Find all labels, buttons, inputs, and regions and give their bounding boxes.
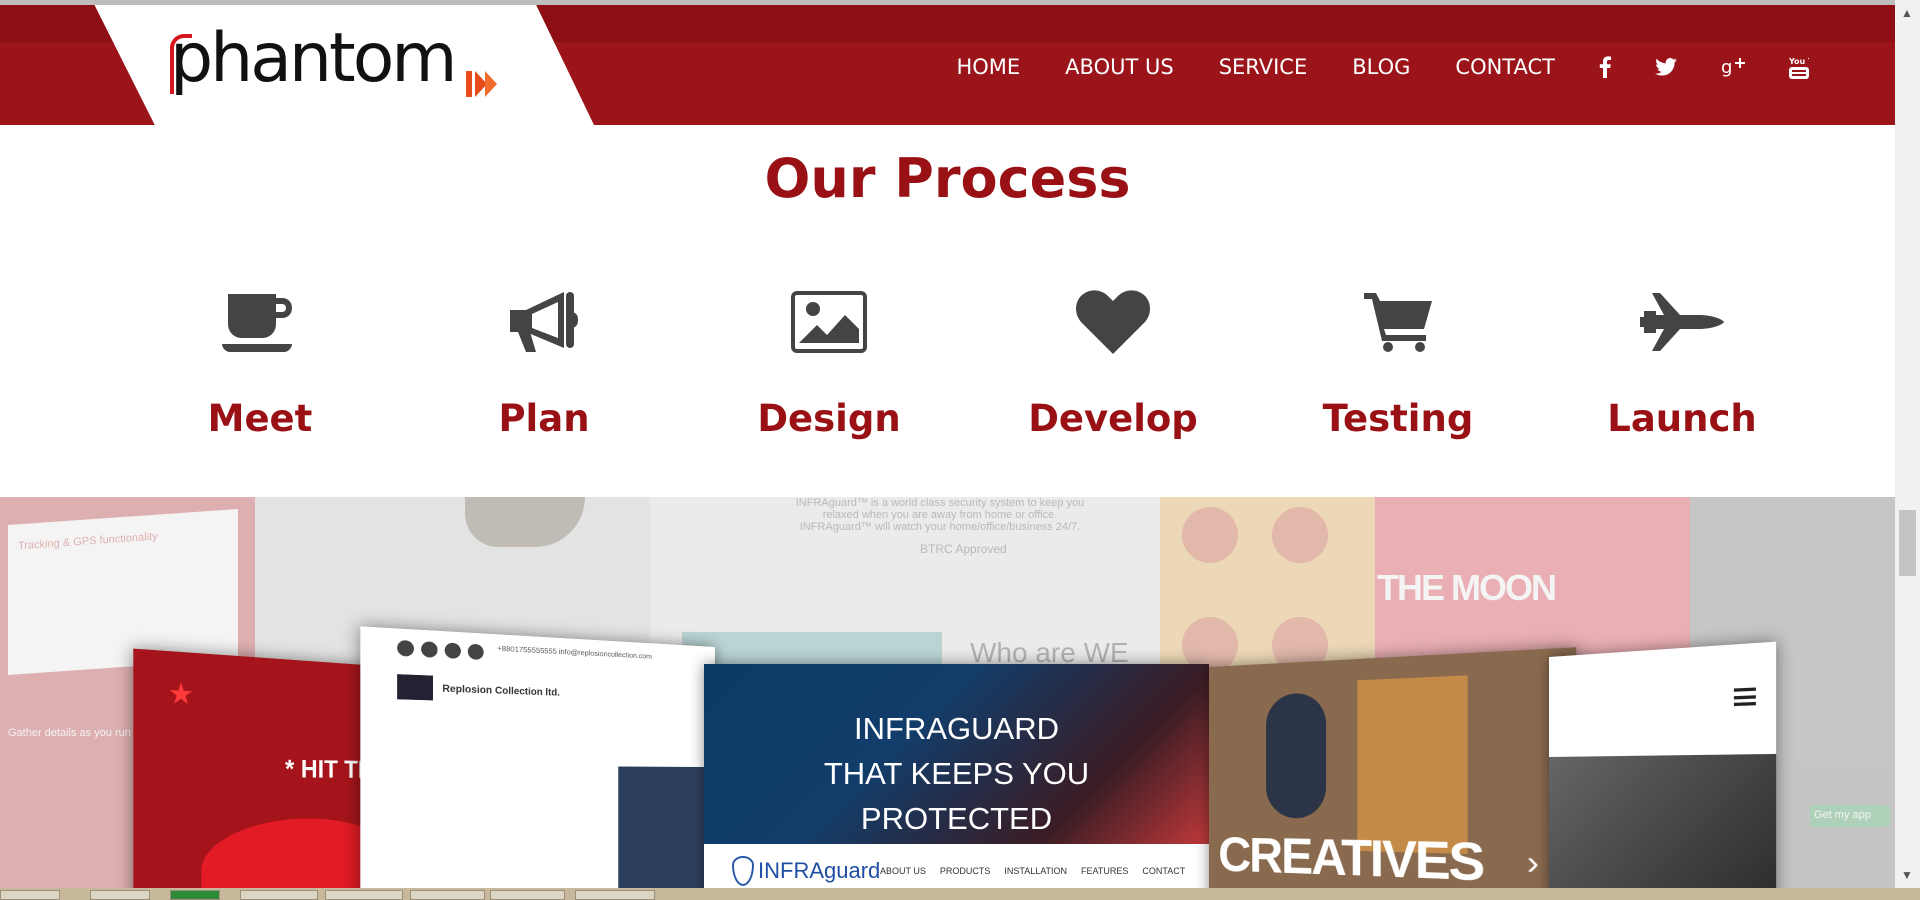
card-menu-item: CONTACT: [1142, 866, 1186, 876]
svg-text:g: g: [1721, 57, 1732, 78]
facebook-icon: [397, 639, 414, 657]
taskbar-item[interactable]: [240, 890, 318, 900]
process-step-launch: Launch: [1562, 285, 1802, 440]
step-label: Design: [757, 397, 901, 440]
chevron-up-icon[interactable]: ▲: [1901, 6, 1913, 20]
chevron-down-icon[interactable]: ▼: [1901, 868, 1913, 882]
portfolio-card-collection[interactable]: +8801755555555 info@replosioncollection.…: [360, 626, 715, 888]
os-taskbar: [0, 888, 1920, 900]
browser-viewport: phantom HOME ABOUT US SERVICE BLOG CONTA…: [0, 0, 1895, 888]
page-scrollbar[interactable]: ▲ ▼: [1895, 0, 1920, 888]
coffee-cup-icon: [140, 285, 380, 359]
card-menu-item: INSTALLATION: [1004, 866, 1068, 876]
skype-icon: [467, 643, 484, 660]
taskbar-item[interactable]: [410, 890, 485, 900]
taskbar-item[interactable]: [170, 890, 220, 900]
process-step-meet: Meet: [140, 285, 380, 440]
hamburger-menu-icon[interactable]: [1733, 687, 1756, 707]
sneaker-image: [1266, 692, 1327, 819]
google-plus-icon[interactable]: g: [1721, 56, 1745, 78]
nav-service[interactable]: SERVICE: [1219, 55, 1308, 79]
heading-line: THAT KEEPS YOU: [823, 756, 1090, 791]
portfolio-card-infraguard[interactable]: INFRAGUARD THAT KEEPS YOU PROTECTED INFR…: [704, 664, 1209, 888]
pizza-image: [1182, 507, 1238, 563]
shoe-image: [465, 497, 585, 547]
nav-about-us[interactable]: ABOUT US: [1065, 55, 1174, 79]
step-label: Launch: [1607, 397, 1757, 440]
card-contact: +8801755555555 info@replosioncollection.…: [497, 645, 652, 661]
process-step-testing: Testing: [1278, 285, 1518, 440]
portfolio-card-architecture[interactable]: [1549, 641, 1777, 888]
card-heading: Replosion Collection ltd.: [442, 682, 560, 698]
nav-blog[interactable]: BLOG: [1352, 55, 1410, 79]
bg-text: Get my app: [1810, 805, 1890, 827]
image-icon: [709, 285, 949, 359]
taskbar-item[interactable]: [0, 890, 60, 900]
card-menu-item: PRODUCTS: [939, 866, 991, 876]
bg-text: INFRAguard™ is a world class security sy…: [795, 497, 1085, 533]
shopping-cart-icon: [1278, 285, 1518, 359]
nav-contact[interactable]: CONTACT: [1455, 55, 1555, 79]
step-label: Plan: [498, 397, 590, 440]
twitter-icon: [421, 641, 438, 658]
heading-line: INFRAGUARD: [854, 711, 1059, 746]
heading-line: PROTECTED: [860, 801, 1053, 836]
section-title: Our Process: [764, 147, 1131, 210]
infraguard-menubar: INFRAguard ABOUT US PRODUCTS INSTALLATIO…: [704, 844, 1209, 888]
process-step-develop: Develop: [993, 285, 1233, 440]
step-label: Testing: [1322, 397, 1474, 440]
card-menu-item: FEATURES: [1081, 866, 1129, 876]
card-brand: INFRAguard: [758, 858, 881, 883]
pizza-image: [1272, 507, 1328, 563]
linkedin-icon: [444, 642, 461, 659]
portfolio-showcase: Tracking & GPS functionality Gather deta…: [0, 497, 1895, 888]
logo-arrows-icon: [466, 71, 497, 97]
site-header: phantom HOME ABOUT US SERVICE BLOG CONTA…: [0, 5, 1895, 125]
facebook-icon[interactable]: [1599, 56, 1611, 78]
process-step-design: Design: [709, 285, 949, 440]
taskbar-item[interactable]: [90, 890, 150, 900]
megaphone-icon: [424, 285, 664, 359]
bg-text: BTRC Approved: [920, 542, 1007, 556]
jeans-image: [618, 766, 715, 888]
twitter-icon[interactable]: [1655, 58, 1677, 76]
card-heading: CREATIVES: [1218, 828, 1484, 888]
heart-icon: [993, 285, 1233, 359]
bg-text: Gather details as you run: [8, 727, 131, 739]
youtube-icon[interactable]: You Tube: [1789, 55, 1809, 79]
card-social-row: +8801755555555 info@replosioncollection.…: [397, 639, 652, 668]
hamburger-bar: [1733, 695, 1756, 700]
main-nav: HOME ABOUT US SERVICE BLOG CONTACT g You…: [956, 55, 1809, 79]
card-menu: ABOUT US PRODUCTS INSTALLATION FEATURES …: [880, 866, 1185, 876]
phantom-logo[interactable]: phantom: [170, 25, 458, 93]
step-label: Develop: [1028, 397, 1198, 440]
shield-icon: [732, 856, 754, 886]
scroll-thumb[interactable]: [1899, 510, 1916, 576]
chevron-right-icon[interactable]: ›: [1527, 844, 1539, 883]
bg-card: Tracking & GPS functionality: [8, 508, 238, 676]
building-image: [1549, 753, 1777, 888]
card-logo: [397, 674, 433, 701]
taskbar-item[interactable]: [490, 890, 565, 900]
taskbar-item[interactable]: [575, 890, 655, 900]
taskbar-item[interactable]: [325, 890, 403, 900]
pants-image: [1357, 675, 1468, 854]
star-icon: ★: [167, 675, 194, 712]
bg-text: THE MOON: [1377, 567, 1557, 608]
nav-home[interactable]: HOME: [956, 55, 1020, 79]
space-shuttle-icon: [1562, 285, 1802, 359]
process-step-plan: Plan: [424, 285, 664, 440]
portfolio-card-shoe[interactable]: ★ * HIT THE GR: [133, 648, 394, 888]
bg-text: Tracking & GPS functionality: [18, 530, 158, 553]
portfolio-card-creatives[interactable]: CREATIVES ›: [1209, 647, 1577, 888]
step-label: Meet: [207, 397, 313, 440]
card-menu-item: ABOUT US: [880, 866, 926, 876]
infraguard-heading: INFRAGUARD THAT KEEPS YOU PROTECTED: [704, 706, 1209, 841]
svg-text:You Tube: You Tube: [1789, 57, 1809, 66]
